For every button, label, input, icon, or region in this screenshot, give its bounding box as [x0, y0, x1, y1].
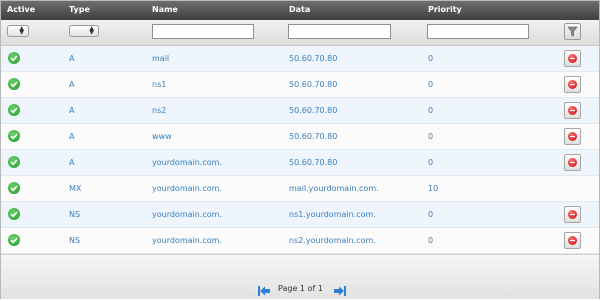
filter-button[interactable] — [564, 23, 581, 40]
delete-button[interactable] — [564, 206, 581, 223]
delete-icon — [568, 158, 577, 167]
check-circle-icon[interactable] — [8, 234, 20, 246]
record-type: NS — [69, 236, 81, 245]
funnel-icon — [567, 26, 578, 37]
check-circle-icon[interactable] — [8, 208, 20, 220]
record-priority: 0 — [428, 236, 434, 245]
grid-header: Active Type Name Data Priority — [1, 1, 599, 20]
table-row: A mail 50.60.70.80 0 — [1, 46, 599, 72]
delete-icon — [568, 80, 577, 89]
type-filter-select[interactable]: ▲ ▼ — [69, 25, 99, 37]
record-data: mail.yourdomain.com. — [289, 184, 379, 193]
record-type: A — [69, 54, 75, 63]
column-header-data[interactable]: Data — [289, 5, 310, 14]
delete-button[interactable] — [564, 128, 581, 145]
record-data: ns1.yourdomain.com. — [289, 210, 376, 219]
record-name: www — [152, 132, 172, 141]
check-circle-icon[interactable] — [8, 52, 20, 64]
table-row: A ns2 50.60.70.80 0 — [1, 98, 599, 124]
record-priority: 0 — [428, 158, 434, 167]
delete-icon — [568, 106, 577, 115]
last-page-button[interactable] — [333, 282, 347, 296]
record-type: MX — [69, 184, 82, 193]
record-type: A — [69, 106, 75, 115]
record-data: 50.60.70.80 — [289, 106, 338, 115]
record-type: A — [69, 132, 75, 141]
delete-icon — [568, 210, 577, 219]
first-page-button[interactable] — [257, 282, 271, 296]
record-type: NS — [69, 210, 81, 219]
delete-icon — [568, 132, 577, 141]
check-circle-icon[interactable] — [8, 156, 20, 168]
table-row: A ns1 50.60.70.80 0 — [1, 72, 599, 98]
delete-button[interactable] — [564, 232, 581, 249]
check-circle-icon[interactable] — [8, 104, 20, 116]
delete-button[interactable] — [564, 102, 581, 119]
select-arrows-icon: ▲ ▼ — [89, 25, 94, 36]
record-data: 50.60.70.80 — [289, 132, 338, 141]
select-arrows-icon: ▲ ▼ — [19, 25, 24, 36]
table-row: A www 50.60.70.80 0 — [1, 124, 599, 150]
filter-row: ▲ ▼ ▲ ▼ — [1, 20, 599, 46]
active-filter-select[interactable]: ▲ ▼ — [7, 25, 29, 37]
check-circle-icon[interactable] — [8, 182, 20, 194]
record-data: 50.60.70.80 — [289, 80, 338, 89]
record-data: ns2.yourdomain.com. — [289, 236, 376, 245]
record-name: yourdomain.com. — [152, 184, 222, 193]
delete-icon — [568, 54, 577, 63]
table-row: MX yourdomain.com. mail.yourdomain.com. … — [1, 176, 599, 202]
check-circle-icon[interactable] — [8, 78, 20, 90]
name-filter-input[interactable] — [152, 24, 254, 39]
record-priority: 0 — [428, 210, 434, 219]
record-name: ns1 — [152, 80, 167, 89]
records-list: A mail 50.60.70.80 0 A ns1 50.60.70.80 0… — [1, 46, 599, 254]
record-priority: 10 — [428, 184, 439, 193]
record-type: A — [69, 80, 75, 89]
last-page-icon — [334, 286, 346, 296]
priority-filter-input[interactable] — [427, 24, 529, 39]
record-priority: 0 — [428, 80, 434, 89]
record-name: yourdomain.com. — [152, 236, 222, 245]
delete-button[interactable] — [564, 154, 581, 171]
grid-footer: Page 1 of 1 — [1, 254, 599, 299]
check-circle-icon[interactable] — [8, 130, 20, 142]
column-header-name[interactable]: Name — [152, 5, 178, 14]
delete-button[interactable] — [564, 50, 581, 67]
table-row: NS yourdomain.com. ns1.yourdomain.com. 0 — [1, 202, 599, 228]
record-type: A — [69, 158, 75, 167]
record-priority: 0 — [428, 54, 434, 63]
record-priority: 0 — [428, 132, 434, 141]
column-header-active[interactable]: Active — [7, 5, 35, 14]
first-page-icon — [258, 286, 270, 296]
record-name: ns2 — [152, 106, 167, 115]
table-row: A yourdomain.com. 50.60.70.80 0 — [1, 150, 599, 176]
column-header-priority[interactable]: Priority — [428, 5, 462, 14]
page-indicator: Page 1 of 1 — [278, 284, 323, 293]
record-data: 50.60.70.80 — [289, 54, 338, 63]
delete-button[interactable] — [564, 76, 581, 93]
record-name: mail — [152, 54, 170, 63]
table-row: NS yourdomain.com. ns2.yourdomain.com. 0 — [1, 228, 599, 254]
record-priority: 0 — [428, 106, 434, 115]
column-header-type[interactable]: Type — [69, 5, 90, 14]
record-name: yourdomain.com. — [152, 158, 222, 167]
dns-records-grid: Active Type Name Data Priority ▲ ▼ ▲ ▼ A m… — [0, 0, 600, 299]
record-name: yourdomain.com. — [152, 210, 222, 219]
delete-icon — [568, 236, 577, 245]
record-data: 50.60.70.80 — [289, 158, 338, 167]
data-filter-input[interactable] — [288, 24, 391, 39]
